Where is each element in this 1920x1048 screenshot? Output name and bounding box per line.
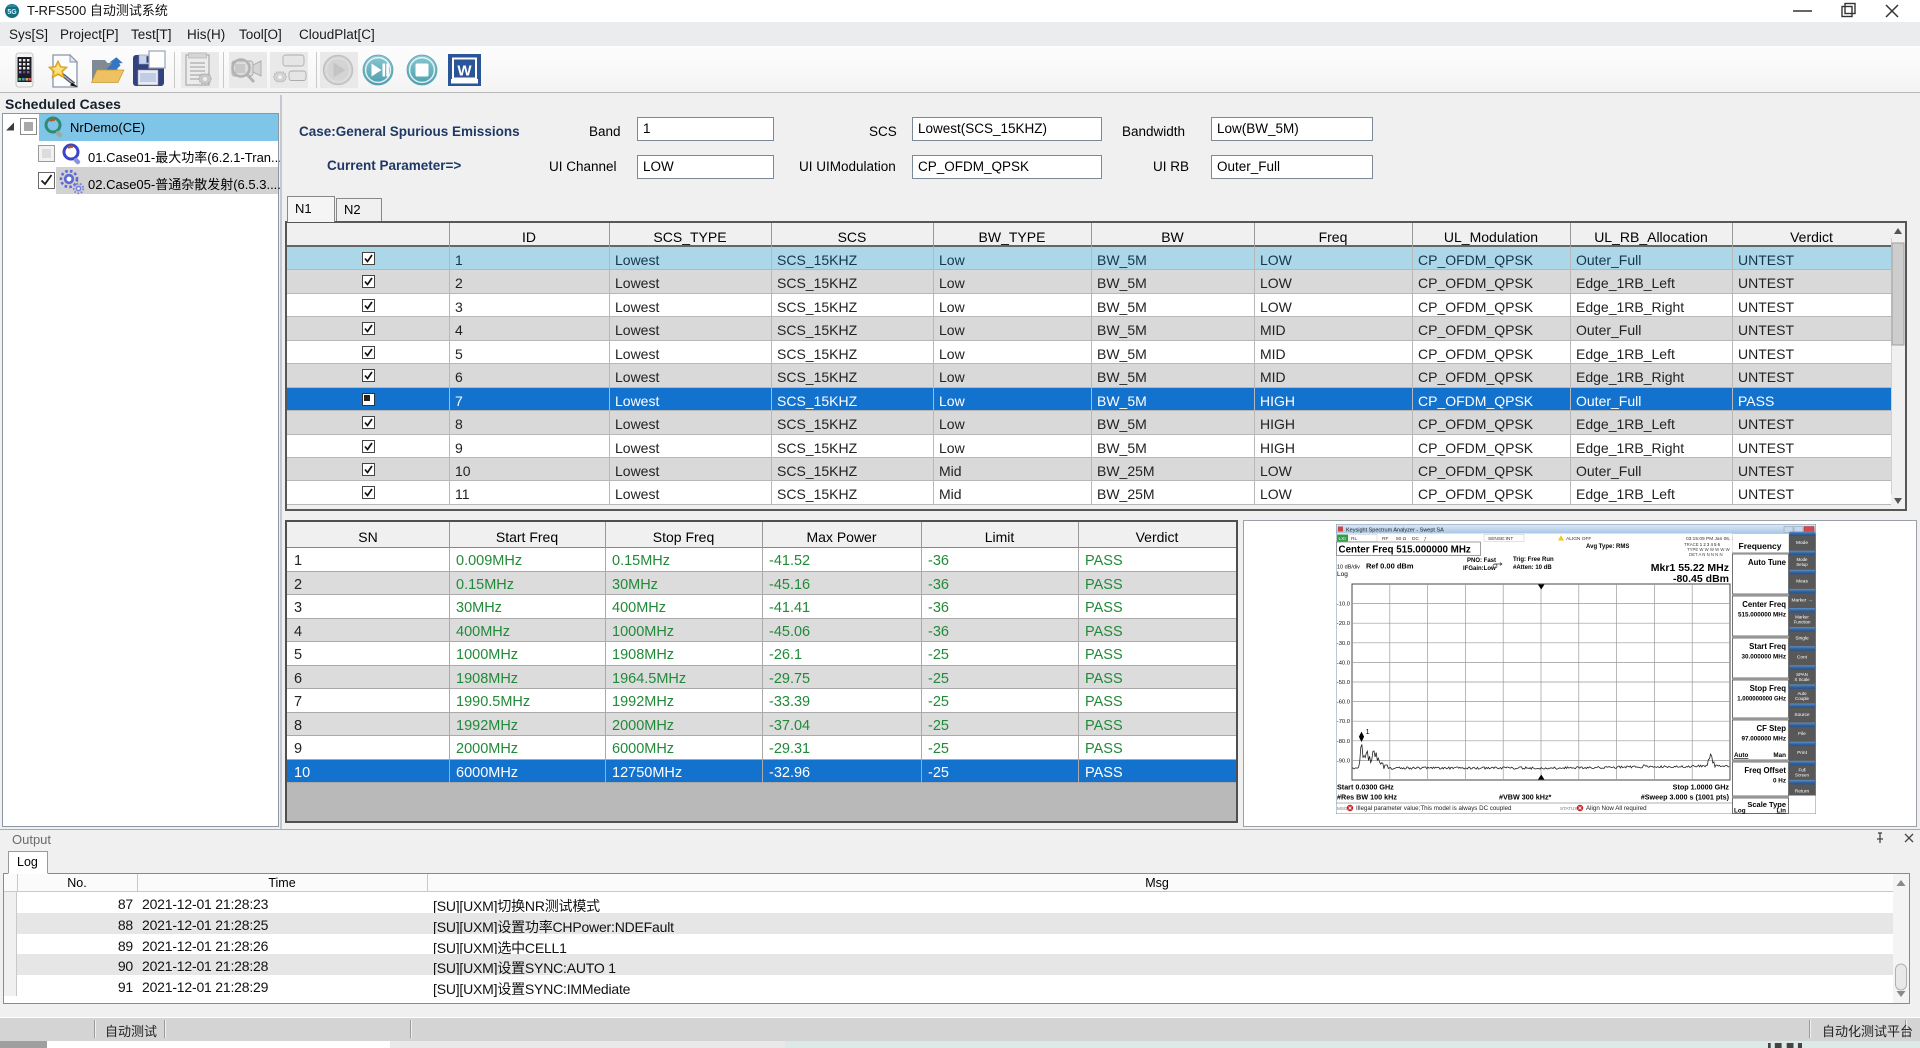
- svg-text:97.000000 MHz: 97.000000 MHz: [1742, 736, 1786, 743]
- svg-text:Return: Return: [1795, 788, 1810, 794]
- svg-text:-80.45 dBm: -80.45 dBm: [1673, 573, 1729, 585]
- svg-text:ƒ: ƒ: [1424, 536, 1427, 542]
- svg-text:X Scale: X Scale: [1794, 677, 1810, 682]
- svg-text:Mode: Mode: [1796, 540, 1808, 546]
- svg-text:30.000000 MHz: 30.000000 MHz: [1742, 654, 1786, 661]
- svg-text:#Sweep 3.000 s (1001 pts): #Sweep 3.000 s (1001 pts): [1641, 793, 1730, 802]
- svg-text:-90.0: -90.0: [1337, 758, 1350, 764]
- svg-text:-40.0: -40.0: [1337, 660, 1350, 666]
- svg-text:0 Hz: 0 Hz: [1773, 778, 1786, 785]
- svg-text:-80.0: -80.0: [1337, 739, 1350, 745]
- svg-text:ALIGN OFF: ALIGN OFF: [1566, 536, 1591, 542]
- svg-text:Log: Log: [1734, 808, 1746, 815]
- svg-text:-10.0: -10.0: [1337, 602, 1350, 608]
- svg-text:Frequency: Frequency: [1739, 541, 1782, 551]
- svg-text:STATUS: STATUS: [1560, 806, 1577, 811]
- svg-text:Illegal parameter value;This m: Illegal parameter value;This model is al…: [1356, 805, 1512, 812]
- svg-text:Setup: Setup: [1796, 562, 1808, 567]
- svg-text:Function: Function: [1794, 620, 1811, 625]
- svg-text:W: W: [457, 63, 472, 80]
- svg-text:Trig: Free Run: Trig: Free Run: [1513, 557, 1554, 563]
- svg-text:Print: Print: [1797, 750, 1808, 756]
- svg-text:1.000000000 GHz: 1.000000000 GHz: [1737, 697, 1786, 703]
- svg-text:Keysight Spectrum Analyzer - S: Keysight Spectrum Analyzer - Swept SA: [1346, 528, 1444, 534]
- svg-text:#Atten: 10 dB: #Atten: 10 dB: [1513, 565, 1552, 571]
- svg-text:#VBW 300 kHz*: #VBW 300 kHz*: [1499, 793, 1552, 802]
- svg-text:Start Freq: Start Freq: [1749, 642, 1786, 651]
- svg-text:-70.0: -70.0: [1337, 719, 1350, 725]
- svg-text:RF: RF: [1382, 536, 1388, 542]
- svg-text:515.000000 MHz: 515.000000 MHz: [1738, 612, 1786, 619]
- svg-text:File: File: [1798, 731, 1806, 737]
- svg-text:Auto Tune: Auto Tune: [1748, 558, 1787, 567]
- svg-text:Start 0.0300 GHz: Start 0.0300 GHz: [1337, 783, 1394, 792]
- svg-text:Meas: Meas: [1796, 578, 1808, 584]
- svg-text:RL: RL: [1351, 536, 1357, 542]
- svg-text:Auto: Auto: [1734, 752, 1748, 759]
- svg-text:Man: Man: [1773, 752, 1786, 759]
- svg-text:Marker →: Marker →: [1791, 597, 1812, 603]
- svg-text:Center Freq: Center Freq: [1742, 600, 1786, 609]
- svg-text:MSG: MSG: [1337, 806, 1348, 811]
- svg-text:Stop Freq: Stop Freq: [1750, 684, 1787, 693]
- svg-text:PNO: Fast: PNO: Fast: [1467, 558, 1496, 564]
- svg-text:Cont: Cont: [1797, 655, 1808, 661]
- svg-text:DET A N N N N N: DET A N N N N N: [1689, 552, 1723, 557]
- svg-text:Screen: Screen: [1795, 772, 1809, 777]
- svg-text:Couple: Couple: [1795, 696, 1809, 701]
- svg-text:Lin: Lin: [1777, 808, 1787, 815]
- svg-text:#Res BW 100 kHz: #Res BW 100 kHz: [1337, 793, 1397, 802]
- svg-text:5G: 5G: [7, 9, 17, 16]
- svg-text:-20.0: -20.0: [1337, 621, 1350, 627]
- svg-text:Freq Offset: Freq Offset: [1744, 766, 1786, 775]
- svg-text:-60.0: -60.0: [1337, 700, 1350, 706]
- svg-text:DC: DC: [1412, 536, 1419, 542]
- svg-text:Center Freq 515.000000 MHz: Center Freq 515.000000 MHz: [1339, 545, 1471, 556]
- svg-text:LXI: LXI: [1339, 536, 1346, 542]
- svg-text:CF Step: CF Step: [1757, 724, 1787, 733]
- svg-text:-50.0: -50.0: [1337, 680, 1350, 686]
- svg-text:Stop 1.0000 GHz: Stop 1.0000 GHz: [1673, 783, 1730, 792]
- svg-text:Single: Single: [1795, 636, 1809, 642]
- svg-text:10 dB/div: 10 dB/div: [1337, 565, 1360, 571]
- svg-text:1: 1: [1366, 727, 1370, 736]
- svg-text:IFGain:Low: IFGain:Low: [1463, 566, 1496, 572]
- svg-text:-30.0: -30.0: [1337, 641, 1350, 647]
- svg-text:50 Ω: 50 Ω: [1396, 536, 1407, 542]
- svg-text:Source: Source: [1794, 712, 1810, 718]
- svg-text:Log: Log: [1337, 571, 1348, 578]
- svg-text:SENSE:INT: SENSE:INT: [1488, 536, 1513, 542]
- svg-text:Ref 0.00 dBm: Ref 0.00 dBm: [1366, 562, 1414, 571]
- svg-text:Avg Type: RMS: Avg Type: RMS: [1586, 544, 1629, 550]
- svg-text:Align Now All required: Align Now All required: [1586, 805, 1647, 812]
